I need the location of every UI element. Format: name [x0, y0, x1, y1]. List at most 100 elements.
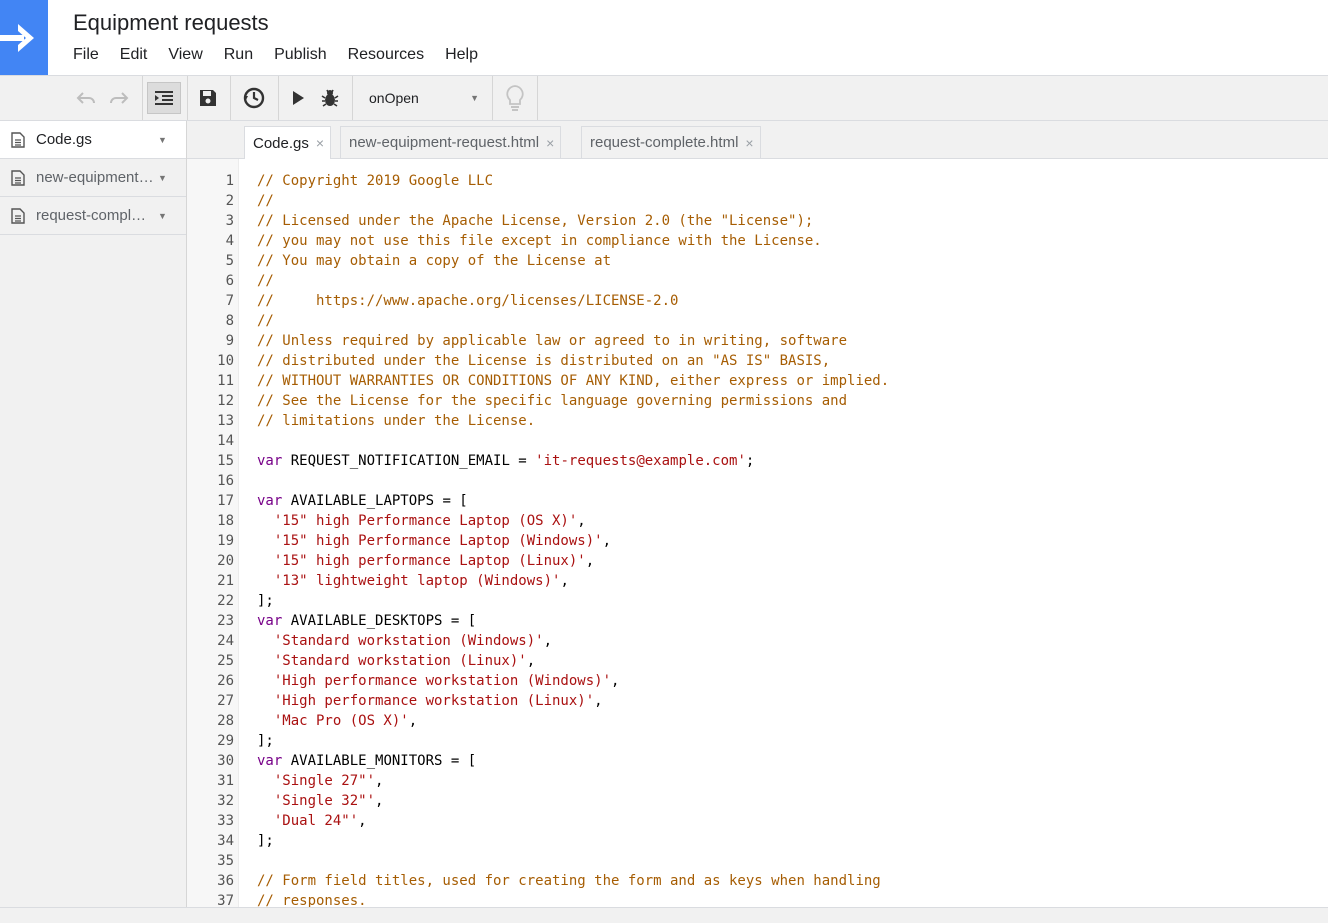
triggers-button[interactable] [238, 76, 270, 120]
code-line[interactable]: '15" high Performance Laptop (OS X)', [257, 511, 586, 531]
code-line[interactable]: 'High performance workstation (Windows)'… [257, 671, 620, 691]
code-line[interactable]: 'Dual 24"', [257, 811, 367, 831]
redo-icon [110, 92, 129, 104]
code-token: // Licensed under the Apache License, Ve… [257, 213, 814, 229]
code-line[interactable]: 'Mac Pro (OS X)', [257, 711, 417, 731]
code-line[interactable]: 'Single 27"', [257, 771, 384, 791]
code-line[interactable]: 'Standard workstation (Windows)', [257, 631, 552, 651]
project-title[interactable]: Equipment requests [73, 10, 269, 36]
lightbulb-button[interactable] [500, 76, 530, 120]
line-number: 27 [217, 693, 234, 709]
code-line[interactable]: // [257, 311, 274, 331]
file-menu-caret-icon[interactable]: ▼ [158, 173, 167, 183]
code-token: ]; [257, 833, 274, 849]
code-line[interactable]: '15" high performance Laptop (Linux)', [257, 551, 594, 571]
code-line[interactable]: // Form field titles, used for creating … [257, 871, 881, 891]
code-token: 'it-requests@example.com' [535, 453, 746, 469]
code-line[interactable]: 'Standard workstation (Linux)', [257, 651, 535, 671]
undo-button[interactable] [74, 76, 98, 120]
code-line[interactable]: ]; [257, 591, 274, 611]
close-icon[interactable]: × [316, 135, 324, 151]
code-token: // you may not use this file except in c… [257, 233, 822, 249]
code-token: , [375, 773, 384, 789]
file-item[interactable]: new-equipment-request.html ▼ [0, 159, 186, 197]
file-menu-caret-icon[interactable]: ▼ [158, 135, 167, 145]
code-token: // limitations under the License. [257, 413, 536, 429]
code-line[interactable]: var AVAILABLE_DESKTOPS = [ [257, 611, 476, 631]
code-line[interactable]: // distributed under the License is dist… [257, 351, 830, 371]
code-line[interactable]: // Copyright 2019 Google LLC [257, 171, 493, 191]
code-line[interactable]: var AVAILABLE_MONITORS = [ [257, 751, 476, 771]
line-number: 28 [217, 713, 234, 729]
code-token: '13" lightweight laptop (Windows)' [273, 573, 561, 589]
toolbar-divider [230, 76, 231, 120]
toolbar-divider [492, 76, 493, 120]
code-line[interactable]: // WITHOUT WARRANTIES OR CONDITIONS OF A… [257, 371, 889, 391]
code-line[interactable]: '15" high Performance Laptop (Windows)', [257, 531, 611, 551]
debug-button[interactable] [316, 76, 344, 120]
triggers-icon [243, 87, 265, 109]
line-number: 2 [225, 193, 234, 209]
line-number: 8 [225, 313, 234, 329]
code-line[interactable]: ]; [257, 831, 274, 851]
chevron-down-icon: ▼ [470, 93, 479, 103]
status-bar [0, 907, 1328, 923]
code-line[interactable]: // Unless required by applicable law or … [257, 331, 847, 351]
code-token: , [408, 713, 418, 729]
code-line[interactable]: var REQUEST_NOTIFICATION_EMAIL = 'it-req… [257, 451, 754, 471]
code-token: // You may obtain a copy of the License … [257, 253, 612, 269]
code-line[interactable]: 'High performance workstation (Linux)', [257, 691, 603, 711]
code-line[interactable]: // Licensed under the Apache License, Ve… [257, 211, 813, 231]
code-line[interactable]: // See the License for the specific lang… [257, 391, 847, 411]
line-number: 23 [217, 613, 234, 629]
code-line[interactable]: // https://www.apache.org/licenses/LICEN… [257, 291, 678, 311]
code-line[interactable]: // limitations under the License. [257, 411, 535, 431]
undo-icon [76, 92, 95, 104]
tab-request-complete-html[interactable]: request-complete.html × [581, 126, 761, 158]
code-editor[interactable]: // Copyright 2019 Google LLC // // License… [257, 159, 1328, 907]
line-number: 13 [217, 413, 234, 429]
code-token: // https://www.apache.org/licenses/LICEN… [257, 293, 679, 309]
run-button[interactable] [286, 76, 310, 120]
code-line[interactable]: 'Single 32"', [257, 791, 384, 811]
code-line[interactable]: var AVAILABLE_LAPTOPS = [ [257, 491, 468, 511]
line-number: 5 [225, 253, 234, 269]
indent-icon [155, 91, 173, 105]
menu-publish[interactable]: Publish [274, 46, 326, 64]
code-line[interactable]: // [257, 271, 274, 291]
tab-label: request-complete.html [590, 134, 739, 151]
file-name: Code.gs [36, 131, 92, 148]
code-token: '15" high performance Laptop (Linux)' [273, 553, 586, 569]
code-line[interactable]: '13" lightweight laptop (Windows)', [257, 571, 569, 591]
code-line[interactable]: // responses. [257, 891, 367, 907]
code-line[interactable]: // You may obtain a copy of the License … [257, 251, 611, 271]
file-item[interactable]: Code.gs ▼ [0, 121, 186, 159]
redo-button[interactable] [106, 76, 132, 120]
menu-edit[interactable]: Edit [120, 46, 148, 64]
code-token: // See the License for the specific lang… [257, 393, 848, 409]
indent-button[interactable] [147, 82, 181, 114]
code-line[interactable]: // you may not use this file except in c… [257, 231, 822, 251]
menu-view[interactable]: View [168, 46, 202, 64]
code-line[interactable]: // [257, 191, 274, 211]
menu-help[interactable]: Help [445, 46, 478, 64]
save-button[interactable] [194, 76, 222, 120]
code-token: , [358, 813, 367, 829]
apps-script-logo[interactable] [0, 0, 48, 75]
file-menu-caret-icon[interactable]: ▼ [158, 211, 167, 221]
menu-resources[interactable]: Resources [348, 46, 424, 64]
file-item[interactable]: request-complete.html ▼ [0, 197, 186, 235]
code-line[interactable]: ]; [257, 731, 274, 751]
close-icon[interactable]: × [745, 135, 753, 151]
menu-file[interactable]: File [73, 46, 99, 64]
tab-new-equipment-request-html[interactable]: new-equipment-request.html × [340, 126, 562, 158]
tab-code-gs[interactable]: Code.gs × [244, 126, 332, 159]
function-select[interactable]: onOpen ▼ [353, 76, 491, 120]
menu-run[interactable]: Run [224, 46, 253, 64]
code-token: ]; [257, 593, 274, 609]
close-icon[interactable]: × [546, 135, 554, 151]
